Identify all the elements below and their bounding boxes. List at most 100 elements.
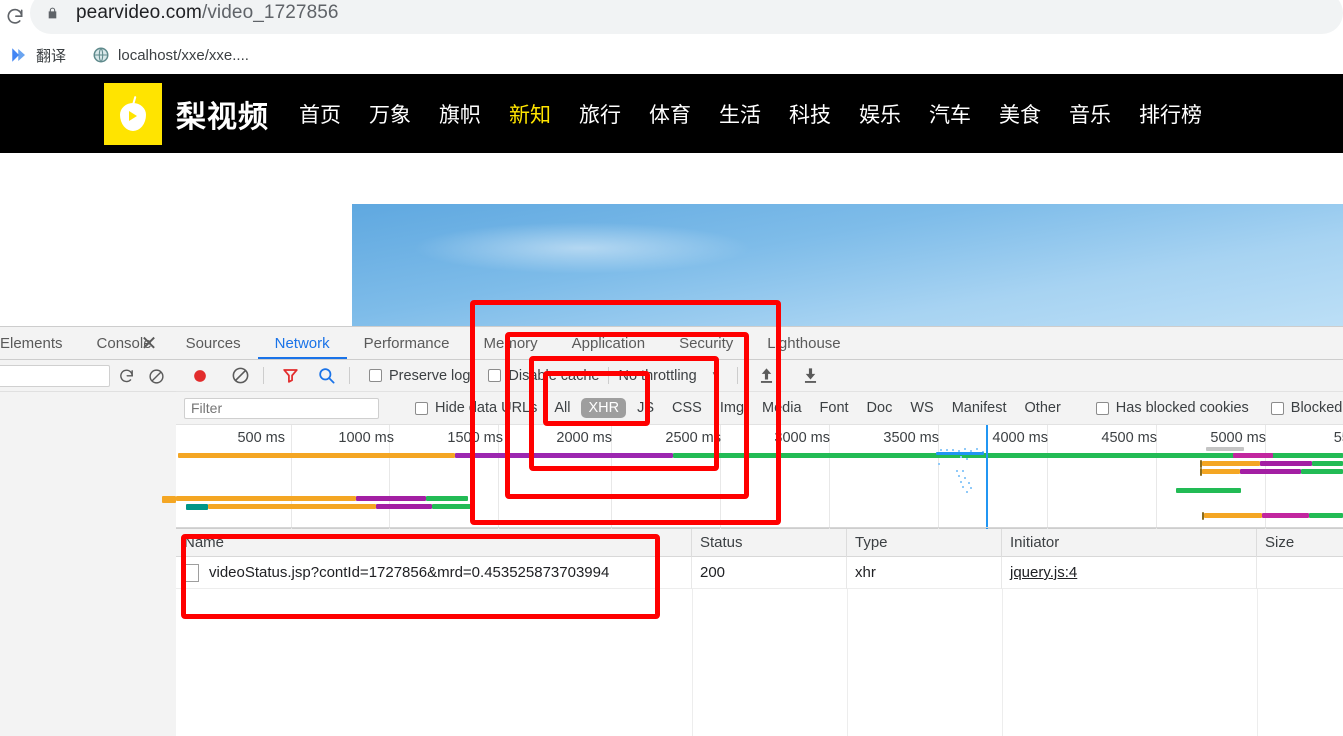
throttling-dropdown[interactable]: No throttling — [618, 368, 696, 384]
nav-item-7[interactable]: 科技 — [789, 99, 831, 129]
column-header-status[interactable]: Status — [692, 528, 847, 557]
cell-initiator[interactable]: jquery.js:4 — [1002, 556, 1257, 589]
pear-logo-icon[interactable] — [104, 82, 162, 145]
lock-icon — [46, 3, 62, 23]
resource-filter-all[interactable]: All — [547, 398, 577, 418]
bookmark-label: 翻译 — [36, 47, 67, 65]
preserve-log-checkbox[interactable]: Preserve log — [369, 368, 470, 384]
tab-security[interactable]: Security — [662, 327, 750, 359]
overview-bar — [1202, 461, 1260, 466]
tab-sources[interactable]: Sources — [169, 327, 258, 359]
timeline-tick-label: 2500 ms — [665, 430, 721, 446]
web-page-content: 梨视频 首页 万象 旗帜 新知 旅行 体育 生活 科技 娱乐 汽车 美食 音乐 … — [0, 74, 1343, 326]
clear-icon[interactable] — [144, 364, 168, 388]
tab-memory[interactable]: Memory — [467, 327, 555, 359]
column-divider[interactable] — [1257, 589, 1258, 736]
column-header-initiator[interactable]: Initiator — [1002, 528, 1257, 557]
nav-item-1[interactable]: 万象 — [369, 99, 411, 129]
bookmark-item-localhost[interactable]: localhost/xxe/xxe.... — [92, 46, 249, 64]
devtools-close-button[interactable]: ✕ — [129, 327, 169, 360]
resource-filter-js[interactable]: JS — [630, 398, 661, 418]
column-header-size[interactable]: Size — [1257, 529, 1343, 557]
resource-filter-doc[interactable]: Doc — [860, 398, 900, 418]
tab-network[interactable]: Network — [258, 327, 347, 359]
overview-bar — [376, 504, 432, 509]
disable-cache-checkbox[interactable]: Disable cache — [488, 368, 599, 384]
tab-elements[interactable]: Elements — [0, 327, 80, 359]
tab-lighthouse[interactable]: Lighthouse — [750, 327, 857, 359]
blocked-requests-label: Blocked Requests — [1290, 400, 1343, 416]
network-overview-timeline[interactable]: 500 ms 1000 ms 1500 ms 2000 ms 2500 ms 3… — [162, 425, 1343, 529]
hide-data-urls-checkbox[interactable]: Hide data URLs — [415, 400, 537, 416]
checkbox-box — [488, 369, 502, 382]
overview-bar — [1176, 488, 1241, 493]
tab-label: Performance — [363, 334, 450, 352]
column-header-type[interactable]: Type — [847, 528, 1002, 557]
overview-bar — [356, 496, 426, 501]
timeline-tick-label: 500 ms — [237, 430, 285, 446]
chevron-down-icon[interactable]: ▼ — [711, 370, 721, 381]
pear-glyph — [120, 95, 146, 131]
cell-name[interactable]: videoStatus.jsp?contId=1727856&mrd=0.453… — [176, 556, 692, 589]
search-drawer: ✕ — [0, 333, 176, 736]
upload-arrow-icon[interactable] — [753, 362, 781, 390]
timeline-tick-label: 5500 — [1333, 430, 1343, 446]
resource-filter-img[interactable]: Img — [713, 398, 751, 418]
translate-icon — [10, 46, 28, 64]
nav-item-4[interactable]: 旅行 — [579, 99, 621, 129]
resource-filter-ws[interactable]: WS — [903, 398, 940, 418]
nav-item-2[interactable]: 旗帜 — [439, 99, 481, 129]
clear-icon[interactable] — [226, 362, 254, 390]
screenshot-root: pearvideo.com/video_1727856 翻译 localhost… — [0, 0, 1343, 736]
overview-bar — [432, 504, 472, 509]
tab-performance[interactable]: Performance — [347, 327, 467, 359]
nav-item-5[interactable]: 体育 — [649, 99, 691, 129]
resource-filter-css[interactable]: CSS — [665, 398, 709, 418]
search-icon[interactable] — [312, 362, 340, 390]
overview-bar — [1273, 453, 1343, 458]
resource-filter-xhr[interactable]: XHR — [581, 398, 627, 418]
tab-application[interactable]: Application — [555, 327, 662, 359]
filter-input[interactable] — [184, 397, 379, 419]
reload-icon[interactable] — [2, 4, 28, 30]
nav-item-3[interactable]: 新知 — [509, 99, 551, 129]
timeline-tick-label: 2000 ms — [556, 430, 612, 446]
resource-filter-media[interactable]: Media — [755, 398, 809, 418]
table-row[interactable]: videoStatus.jsp?contId=1727856&mrd=0.453… — [176, 556, 1343, 589]
record-icon[interactable] — [186, 362, 214, 390]
column-header-name[interactable]: Name — [176, 528, 692, 557]
column-divider[interactable] — [692, 589, 693, 736]
nav-item-9[interactable]: 汽车 — [929, 99, 971, 129]
cell-type: xhr — [847, 556, 1002, 589]
blocked-requests-checkbox[interactable]: Blocked Requests — [1270, 400, 1343, 416]
tab-label: Elements — [0, 334, 63, 352]
nav-item-10[interactable]: 美食 — [999, 99, 1041, 129]
resource-filter-manifest[interactable]: Manifest — [945, 398, 1014, 418]
disable-cache-label: Disable cache — [508, 367, 600, 384]
refresh-icon[interactable] — [114, 364, 138, 388]
resource-filter-font[interactable]: Font — [813, 398, 856, 418]
nav-item-12[interactable]: 排行榜 — [1139, 99, 1202, 129]
nav-item-6[interactable]: 生活 — [719, 99, 761, 129]
column-divider[interactable] — [847, 589, 848, 736]
table-empty-body — [176, 589, 1343, 736]
nav-item-11[interactable]: 音乐 — [1069, 99, 1111, 129]
search-results-body — [0, 392, 176, 736]
toolbar-divider — [349, 367, 350, 384]
site-name: 梨视频 — [176, 100, 269, 134]
has-blocked-cookies-checkbox[interactable]: Has blocked cookies — [1095, 400, 1249, 416]
bookmark-item-translate[interactable]: 翻译 — [10, 45, 66, 66]
initiator-link[interactable]: jquery.js:4 — [1010, 564, 1077, 581]
overview-bar — [455, 453, 673, 458]
nav-item-0[interactable]: 首页 — [299, 99, 341, 129]
filter-funnel-icon[interactable] — [276, 362, 304, 390]
column-divider[interactable] — [1002, 589, 1003, 736]
omnibox-row: pearvideo.com/video_1727856 — [0, 0, 1343, 34]
address-bar[interactable]: pearvideo.com/video_1727856 — [30, 0, 1343, 34]
resource-filter-other[interactable]: Other — [1018, 398, 1068, 418]
download-arrow-icon[interactable] — [797, 362, 825, 390]
search-input[interactable] — [0, 365, 110, 387]
tab-label: Sources — [185, 334, 241, 352]
overview-bar — [1301, 469, 1343, 474]
nav-item-8[interactable]: 娱乐 — [859, 99, 901, 129]
